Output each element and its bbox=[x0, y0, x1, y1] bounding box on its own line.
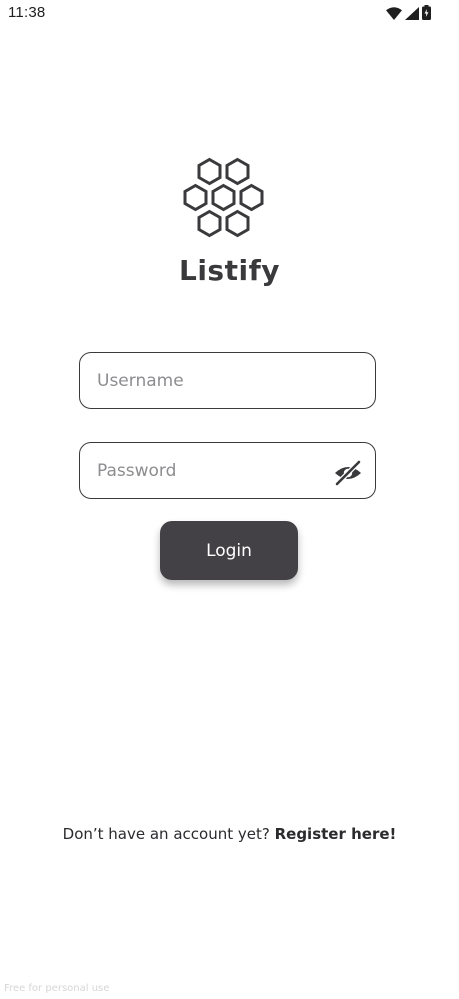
username-field[interactable] bbox=[79, 352, 376, 409]
status-bar: 11:38 bbox=[0, 0, 459, 26]
app-title: Listify bbox=[178, 254, 281, 287]
eye-off-icon[interactable] bbox=[333, 459, 363, 487]
password-field[interactable] bbox=[79, 442, 376, 499]
status-time: 11:38 bbox=[8, 4, 46, 21]
register-prompt-line: Don’t have an account yet? Register here… bbox=[0, 825, 459, 843]
status-icons bbox=[386, 5, 431, 24]
battery-icon bbox=[422, 5, 431, 24]
register-link[interactable]: Register here! bbox=[275, 825, 397, 843]
signal-icon bbox=[405, 5, 419, 24]
wifi-icon bbox=[386, 5, 402, 24]
password-input[interactable] bbox=[97, 443, 327, 498]
register-prompt-text: Don’t have an account yet? bbox=[62, 825, 270, 843]
hexagon-logo-icon bbox=[178, 156, 270, 240]
username-input[interactable] bbox=[97, 353, 327, 408]
login-button[interactable]: Login bbox=[160, 521, 298, 580]
watermark-text: Free for personal use bbox=[4, 983, 110, 994]
